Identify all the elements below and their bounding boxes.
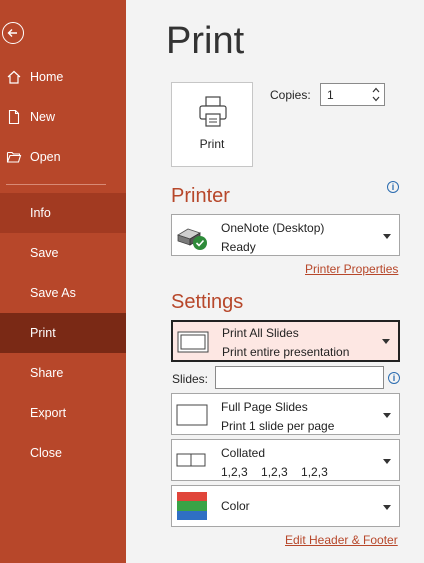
nav-share[interactable]: Share xyxy=(0,353,126,393)
chevron-down-icon xyxy=(383,413,391,418)
nav-save-as-label: Save As xyxy=(30,286,76,300)
nav-divider xyxy=(6,184,106,185)
nav-save-label: Save xyxy=(30,246,59,260)
nav-open-label: Open xyxy=(30,150,61,164)
chevron-up-icon[interactable] xyxy=(372,86,380,94)
nav-home[interactable]: Home xyxy=(0,57,126,97)
printer-properties-link[interactable]: Printer Properties xyxy=(305,262,398,276)
chevron-down-icon[interactable] xyxy=(372,95,380,103)
nav-new[interactable]: New xyxy=(0,97,126,137)
printer-ready-icon xyxy=(177,228,207,250)
chevron-down-icon xyxy=(382,339,390,344)
layout-dropdown[interactable]: Full Page Slides Print 1 slide per page xyxy=(171,393,400,435)
copies-label: Copies: xyxy=(270,88,311,102)
nav-save-as[interactable]: Save As xyxy=(0,273,126,313)
printer-section-title: Printer xyxy=(171,185,230,207)
new-document-icon xyxy=(8,109,20,125)
printer-name: OneNote (Desktop) xyxy=(221,221,325,235)
nav-print[interactable]: Print xyxy=(0,313,126,353)
copies-stepper[interactable]: 1 xyxy=(320,83,385,106)
layout-title: Full Page Slides xyxy=(221,400,308,414)
nav-open[interactable]: Open xyxy=(0,137,126,177)
color-title: Color xyxy=(221,499,250,513)
info-icon[interactable]: i xyxy=(388,372,400,384)
collated-icon xyxy=(176,453,206,467)
color-icon xyxy=(177,492,207,520)
nav-save[interactable]: Save xyxy=(0,233,126,273)
nav-info-label: Info xyxy=(30,206,51,220)
collation-dropdown[interactable]: Collated 1,2,3 1,2,3 1,2,3 xyxy=(171,439,400,481)
print-range-title: Print All Slides xyxy=(222,326,299,340)
nav-print-label: Print xyxy=(30,326,56,340)
nav-share-label: Share xyxy=(30,366,64,380)
layout-desc: Print 1 slide per page xyxy=(221,419,335,433)
info-icon[interactable]: i xyxy=(387,181,399,193)
collate-title: Collated xyxy=(221,446,266,460)
print-range-dropdown[interactable]: Print All Slides Print entire presentati… xyxy=(171,320,400,362)
printer-icon xyxy=(199,96,227,127)
color-dropdown[interactable]: Color xyxy=(171,485,400,527)
printer-status: Ready xyxy=(221,240,256,254)
chevron-down-icon xyxy=(383,234,391,239)
collate-desc: 1,2,3 1,2,3 1,2,3 xyxy=(221,465,328,479)
chevron-down-icon xyxy=(383,459,391,464)
slides-input[interactable] xyxy=(215,366,384,389)
nav-new-label: New xyxy=(30,110,56,124)
print-button-label: Print xyxy=(199,137,225,151)
slides-label: Slides: xyxy=(172,372,209,386)
settings-section-title: Settings xyxy=(171,291,244,313)
print-button[interactable]: Print xyxy=(171,82,253,167)
back-arrow-icon[interactable] xyxy=(2,22,24,44)
nav-export[interactable]: Export xyxy=(0,393,126,433)
nav-info[interactable]: Info xyxy=(0,193,126,233)
nav-export-label: Export xyxy=(30,406,67,420)
copies-value: 1 xyxy=(327,88,334,102)
nav-close[interactable]: Close xyxy=(0,433,126,473)
edit-header-footer-link[interactable]: Edit Header & Footer xyxy=(285,533,398,547)
page-title: Print xyxy=(166,20,245,62)
backstage-sidebar: Home New Open Info Save Save As Print Sh… xyxy=(0,0,126,563)
print-range-desc: Print entire presentation xyxy=(222,345,350,359)
full-page-slide-icon xyxy=(176,404,208,426)
nav-close-label: Close xyxy=(30,446,62,460)
all-slides-icon xyxy=(177,331,209,353)
open-folder-icon xyxy=(6,151,22,163)
home-icon xyxy=(7,70,21,84)
printer-dropdown[interactable]: OneNote (Desktop) Ready xyxy=(171,214,400,256)
nav-home-label: Home xyxy=(30,70,64,84)
chevron-down-icon xyxy=(383,505,391,510)
